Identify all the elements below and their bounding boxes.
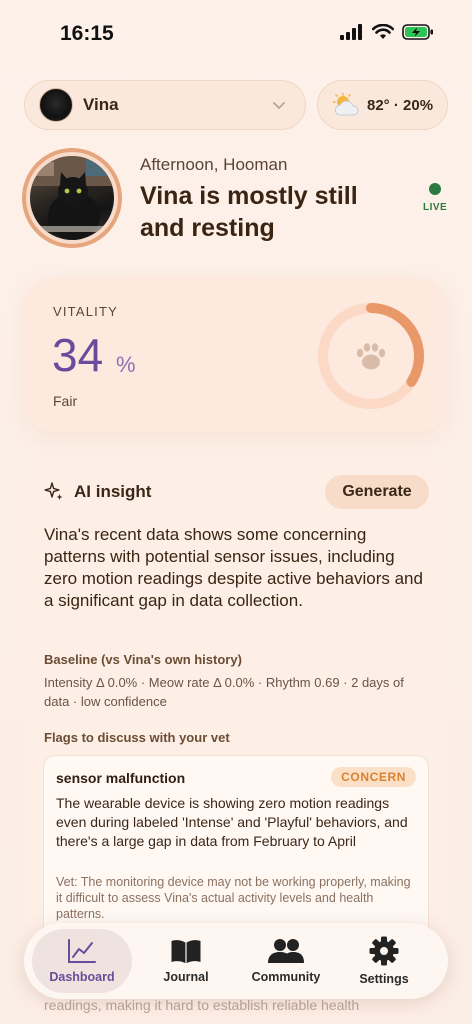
paw-icon: [356, 343, 386, 370]
pet-name: Vina: [83, 95, 119, 114]
generate-button[interactable]: Generate: [325, 475, 429, 509]
live-label: LIVE: [423, 202, 448, 213]
signal-icon: [340, 24, 362, 40]
baseline-text: Intensity Δ 0.0% · Meow rate Δ 0.0% · Rh…: [44, 675, 404, 709]
partly-cloudy-icon: [332, 93, 359, 116]
sparkle-icon: [44, 482, 63, 500]
vitality-ring: [318, 303, 424, 409]
people-icon: [268, 939, 304, 963]
weather-pill[interactable]: 82° · 20%: [317, 80, 448, 130]
flag-vet-note: Vet: The monitoring device may not be wo…: [56, 875, 411, 921]
flag-description: The wearable device is showing zero moti…: [56, 795, 408, 849]
wifi-icon: [372, 24, 394, 39]
vitality-card[interactable]: VITALITY 34 % Fair: [26, 278, 446, 432]
status-bar: 16:15: [0, 0, 472, 70]
nav-dashboard-label: Dashboard: [49, 970, 115, 984]
flag-title: sensor malfunction: [56, 770, 186, 786]
vitality-status: Fair: [53, 393, 78, 409]
overflow-text: readings, making it hard to establish re…: [44, 997, 360, 1013]
nav-settings[interactable]: Settings: [334, 929, 434, 993]
bottom-nav: Dashboard Journal Community Settings: [24, 923, 448, 999]
nav-community-label: Community: [251, 970, 321, 984]
nav-dashboard[interactable]: Dashboard: [32, 929, 132, 993]
status-icons: [340, 24, 434, 40]
weather-text: 82° · 20%: [367, 96, 434, 114]
battery-charging-icon: [402, 24, 433, 40]
book-icon: [171, 940, 201, 964]
nav-journal[interactable]: Journal: [136, 929, 236, 993]
live-indicator-dot: [429, 183, 441, 195]
insight-header: AI insight: [44, 482, 151, 502]
vitality-unit: %: [116, 352, 136, 377]
chart-line-icon: [68, 939, 96, 963]
vitality-value: 34: [52, 329, 104, 381]
chevron-down-icon: [273, 102, 285, 109]
nav-settings-label: Settings: [359, 972, 409, 986]
cat-photo: [30, 156, 114, 240]
baseline-label: Baseline (vs Vina's own history): [44, 652, 242, 667]
pet-selector-dropdown[interactable]: Vina: [24, 80, 306, 130]
greeting: Afternoon, Hooman: [140, 155, 288, 174]
nav-journal-label: Journal: [163, 970, 209, 984]
insight-body: Vina's recent data shows some concerning…: [44, 525, 423, 610]
status-headline: Vina is mostly still and resting: [140, 182, 358, 242]
concern-badge: CONCERN: [331, 767, 416, 787]
nav-community[interactable]: Community: [236, 929, 336, 993]
flags-label: Flags to discuss with your vet: [44, 730, 230, 745]
pet-avatar[interactable]: [22, 148, 122, 248]
status-time: 16:15: [60, 22, 114, 45]
insight-title: AI insight: [74, 482, 152, 501]
vitality-label: VITALITY: [53, 304, 118, 319]
pet-avatar-small: [39, 88, 73, 122]
gear-icon: [369, 936, 399, 966]
